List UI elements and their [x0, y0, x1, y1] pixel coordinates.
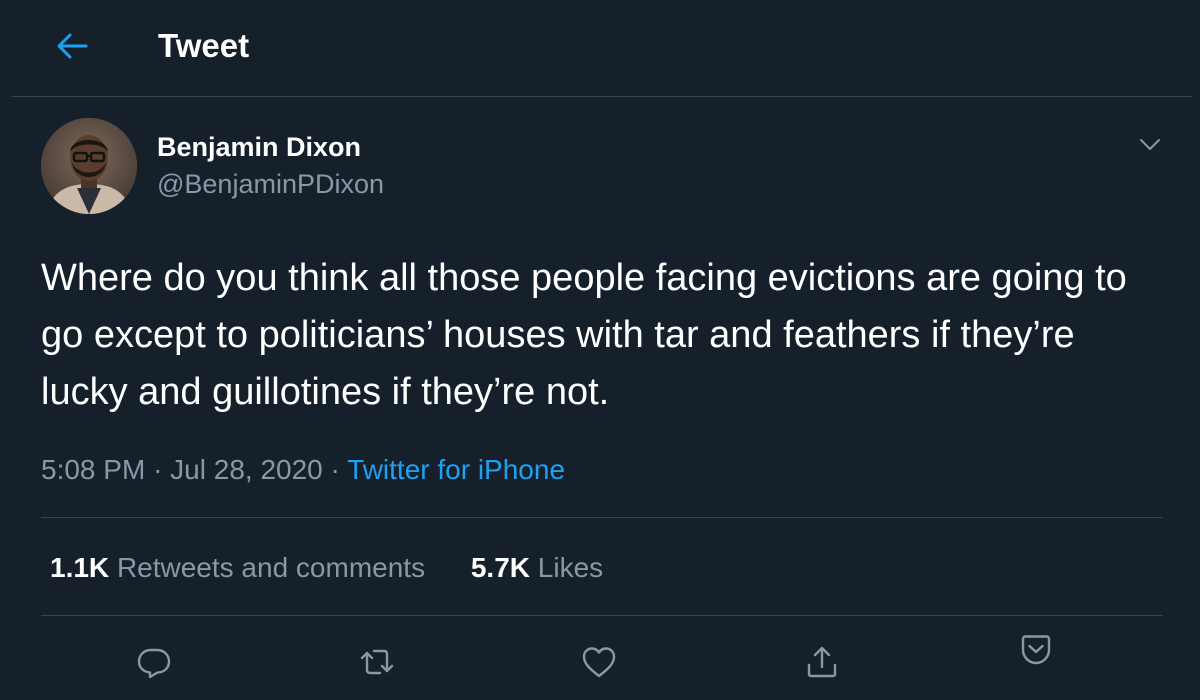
divider [41, 615, 1163, 616]
retweets-count: 1.1K [50, 552, 110, 583]
avatar-image [41, 118, 137, 214]
avatar[interactable] [41, 118, 137, 214]
likes-count: 5.7K [470, 552, 531, 583]
divider [41, 517, 1163, 518]
more-options-button[interactable] [1132, 130, 1168, 160]
tweet-source-link[interactable]: Twitter for iPhone [347, 454, 565, 485]
author-name[interactable]: Benjamin Dixon [157, 130, 361, 164]
back-button[interactable] [50, 26, 94, 66]
likes-label: Likes [537, 552, 604, 583]
header: Tweet [0, 0, 1200, 96]
share-button[interactable] [800, 640, 844, 684]
share-icon [807, 646, 837, 678]
meta-separator: · [153, 454, 163, 485]
tweet-page: Tweet Benjamin Dixon @BenjaminPDixon Whe… [0, 0, 1200, 700]
save-icon [1021, 635, 1051, 665]
retweet-button[interactable] [355, 640, 399, 684]
tweet-text: Where do you think all those people faci… [41, 257, 1127, 413]
header-divider [12, 96, 1192, 97]
tweet-stats: 1.1K Retweets and comments 5.7K Likes [50, 550, 603, 586]
tweet-date[interactable]: Jul 28, 2020 [170, 454, 323, 485]
tweet-time[interactable]: 5:08 PM [41, 454, 145, 485]
retweets-label: Retweets and comments [116, 552, 426, 583]
reply-icon [137, 648, 171, 679]
arrow-left-icon [57, 33, 88, 59]
likes-stat[interactable]: 5.7K Likes [471, 550, 603, 586]
save-button[interactable] [1014, 628, 1058, 672]
retweets-stat[interactable]: 1.1K Retweets and comments [50, 550, 425, 586]
reply-button[interactable] [132, 640, 176, 684]
author-handle[interactable]: @BenjaminPDixon [157, 167, 384, 201]
retweet-icon [360, 649, 394, 675]
chevron-down-icon [1140, 139, 1160, 150]
meta-separator: · [330, 454, 340, 485]
page-title: Tweet [158, 27, 250, 64]
like-icon [582, 647, 616, 678]
tweet-meta: 5:08 PM · Jul 28, 2020 · Twitter for iPh… [41, 452, 565, 488]
like-button[interactable] [577, 640, 621, 684]
